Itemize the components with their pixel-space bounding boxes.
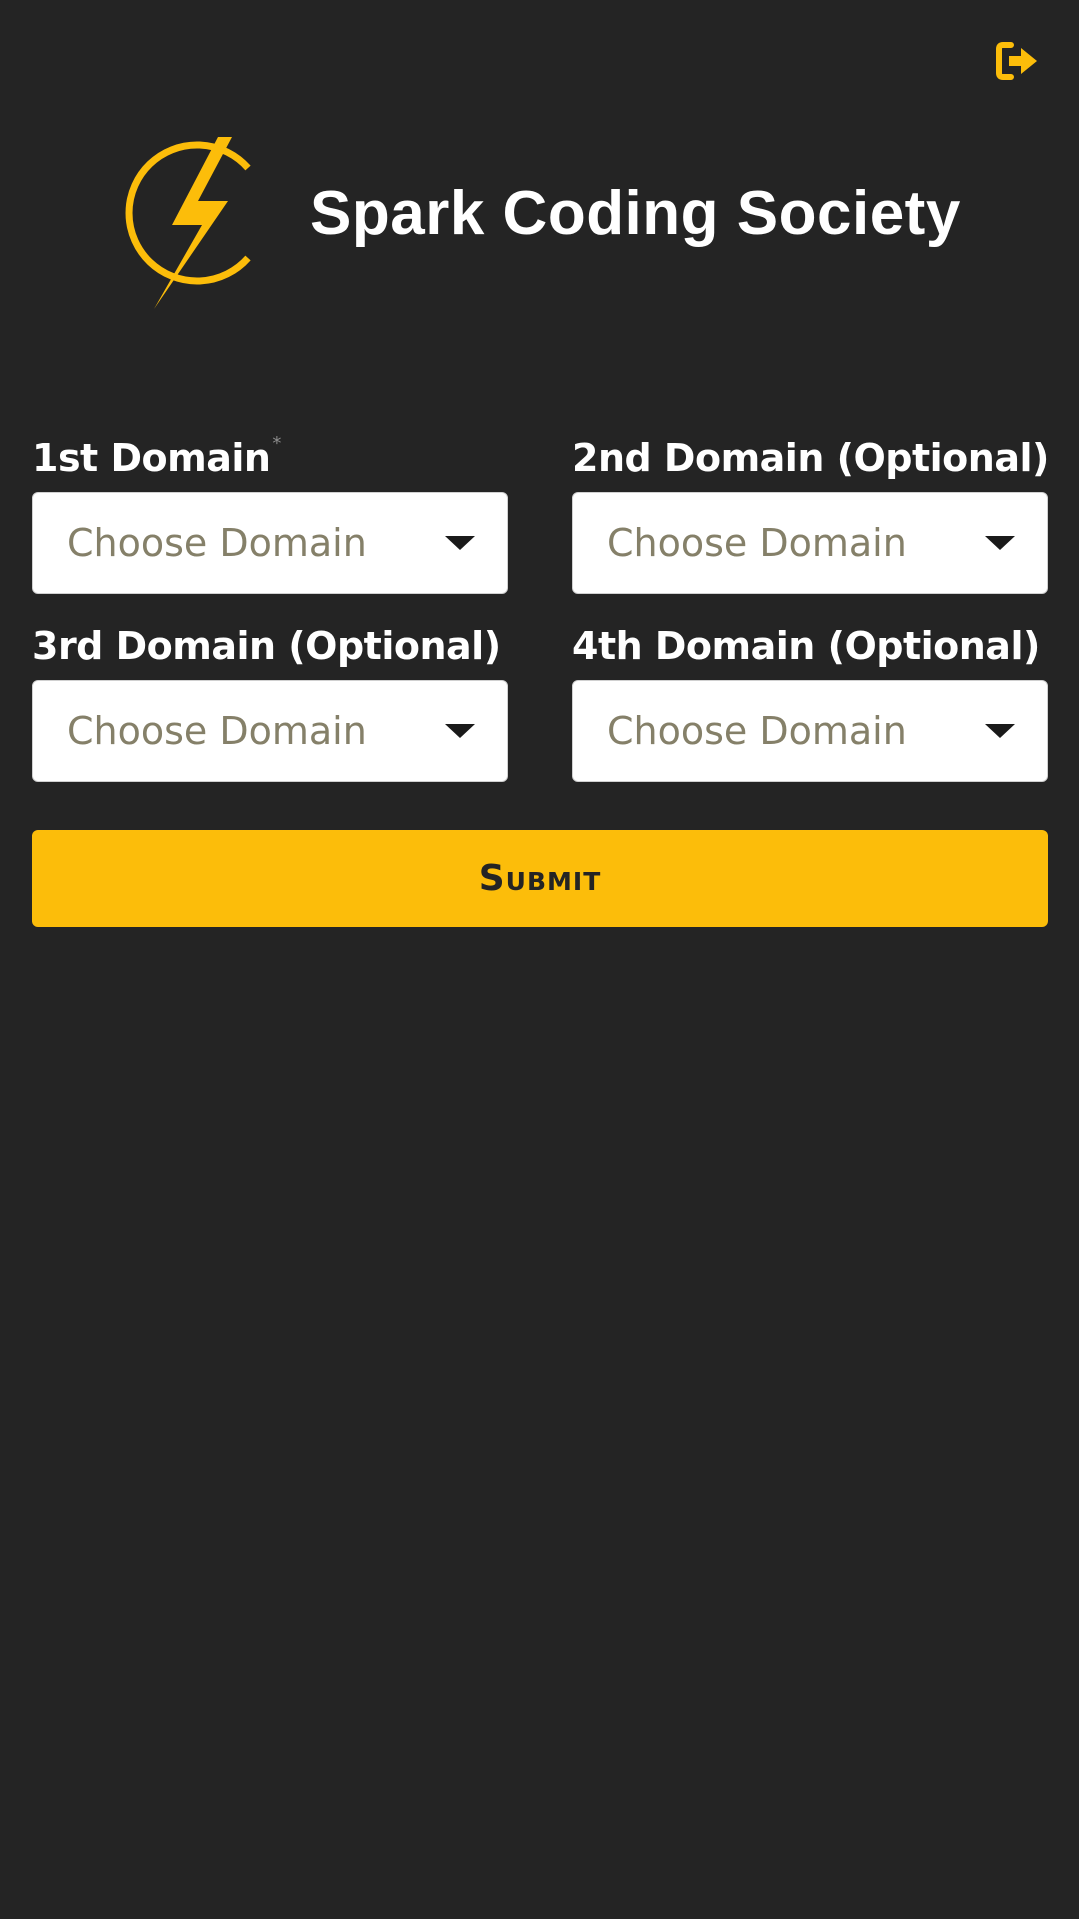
- app-title: Spark Coding Society: [310, 179, 961, 248]
- submit-button[interactable]: Submit: [32, 830, 1048, 927]
- field-1st-domain: 1st Domain * Choose Domain: [32, 432, 508, 594]
- logout-button[interactable]: [992, 36, 1044, 86]
- field-3rd-domain: 3rd Domain (Optional) Choose Domain: [32, 620, 508, 782]
- logout-icon: [996, 42, 1037, 80]
- required-marker: *: [272, 433, 281, 454]
- domain-select-3[interactable]: Choose Domain: [32, 680, 508, 782]
- field-label: 1st Domain: [32, 436, 271, 480]
- caret-down-icon: [985, 536, 1015, 550]
- caret-down-icon: [445, 724, 475, 738]
- caret-down-icon: [985, 724, 1015, 738]
- field-label: 3rd Domain (Optional): [32, 624, 501, 668]
- domain-select-2[interactable]: Choose Domain: [572, 492, 1048, 594]
- brand-logo-container: [110, 128, 260, 318]
- domain-select-4[interactable]: Choose Domain: [572, 680, 1048, 782]
- lightning-bolt-logo: [125, 137, 251, 309]
- select-placeholder: Choose Domain: [607, 709, 907, 753]
- select-placeholder: Choose Domain: [607, 521, 907, 565]
- field-label: 4th Domain (Optional): [572, 624, 1040, 668]
- field-label: 2nd Domain (Optional): [572, 436, 1049, 480]
- select-placeholder: Choose Domain: [67, 521, 367, 565]
- caret-down-icon: [445, 536, 475, 550]
- field-4th-domain: 4th Domain (Optional) Choose Domain: [572, 620, 1048, 782]
- submit-label: Submit: [478, 858, 602, 899]
- domain-form: 1st Domain * Choose Domain 2nd Domain (Op…: [32, 432, 1049, 782]
- field-2nd-domain: 2nd Domain (Optional) Choose Domain: [572, 432, 1049, 594]
- select-placeholder: Choose Domain: [67, 709, 367, 753]
- domain-select-1[interactable]: Choose Domain: [32, 492, 508, 594]
